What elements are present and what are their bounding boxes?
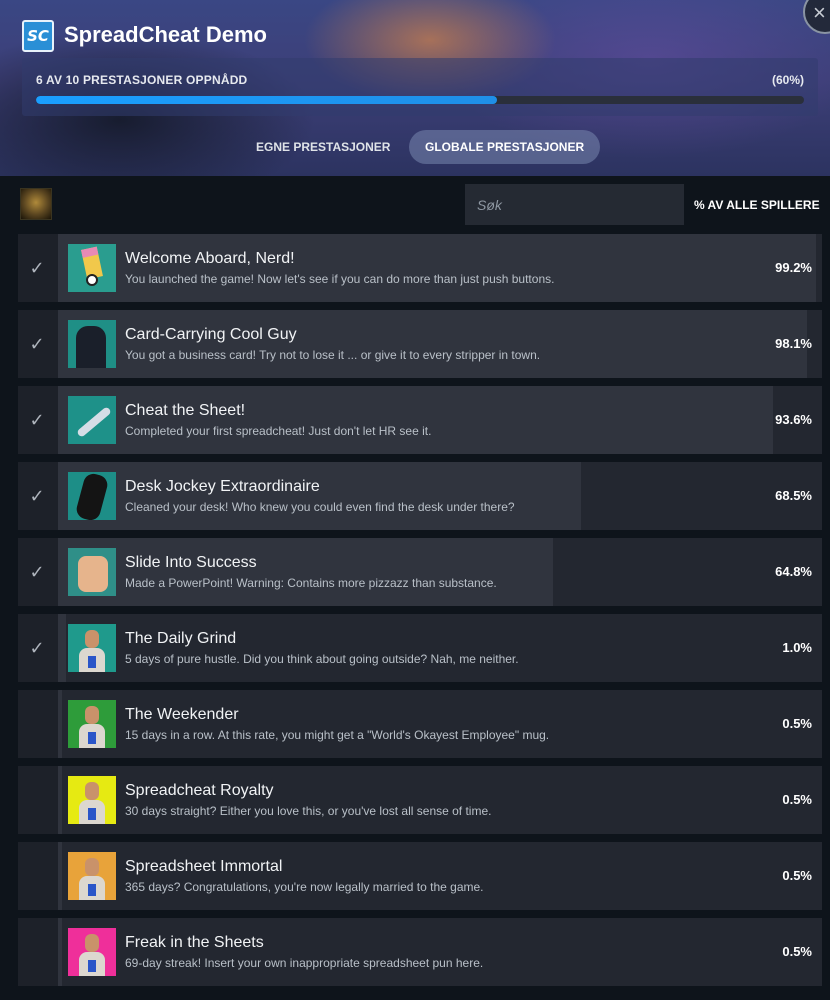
achievement-row[interactable]: Spreadsheet Immortal 365 days? Congratula… [18, 842, 822, 910]
portrait-pink-icon [68, 928, 116, 976]
achievement-description: You got a business card! Try not to lose… [125, 348, 541, 362]
achievement-row[interactable]: ✓ Welcome Aboard, Nerd! You launched the g… [18, 234, 822, 302]
portrait-teal-icon [68, 624, 116, 672]
achievement-name: Spreadsheet Immortal [125, 858, 283, 875]
swordfish-icon [68, 396, 116, 444]
progress-bar [36, 96, 804, 104]
global-percent-bar [58, 234, 816, 302]
achievement-name: The Weekender [125, 706, 239, 723]
achievement-description: Completed your first spreadcheat! Just d… [125, 424, 432, 438]
achievement-percent: 93.6% [775, 412, 812, 427]
achievement-card: Welcome Aboard, Nerd! You launched the ga… [58, 234, 822, 302]
achievement-description: 365 days? Congratulations, you're now le… [125, 880, 484, 894]
achievement-row[interactable]: ✓ Card-Carrying Cool Guy You got a busines… [18, 310, 822, 378]
tab-global-achievements[interactable]: GLOBALE PRESTASJONER [409, 130, 601, 164]
achievement-row[interactable]: ✓ Slide Into Success Made a PowerPoint! Wa… [18, 538, 822, 606]
progress-panel: 6 AV 10 PRESTASJONER OPPNÅDD (60%) [22, 58, 818, 116]
achievement-description: 5 days of pure hustle. Did you think abo… [125, 652, 519, 666]
achievement-row[interactable]: ✓ Cheat the Sheet! Completed your first sp… [18, 386, 822, 454]
checkmark-icon: ✓ [29, 485, 45, 506]
checkmark-icon: ✓ [29, 637, 45, 658]
achievement-name: Card-Carrying Cool Guy [125, 326, 297, 343]
checkmark-icon [18, 766, 56, 834]
global-percent-bar [58, 690, 62, 758]
achievement-name: Desk Jockey Extraordinaire [125, 478, 320, 495]
global-percent-bar [58, 538, 554, 606]
portrait-green-icon [68, 700, 116, 748]
achievement-percent: 98.1% [775, 336, 812, 351]
global-percent-bar [58, 842, 62, 910]
achievement-percent: 68.5% [775, 488, 812, 503]
avatar[interactable] [20, 188, 52, 220]
achievement-name: Slide Into Success [125, 554, 257, 571]
global-percent-bar [58, 462, 582, 530]
achievement-percent: 0.5% [782, 716, 812, 731]
progress-label: 6 AV 10 PRESTASJONER OPPNÅDD [36, 73, 248, 87]
achievement-row[interactable]: Spreadcheat Royalty 30 days straight? Eit… [18, 766, 822, 834]
app-logo-icon: SC [22, 20, 54, 52]
progress-bar-fill [36, 96, 497, 104]
achievement-description: 15 days in a row. At this rate, you migh… [125, 728, 550, 742]
achievement-row[interactable]: ✓ Desk Jockey Extraordinaire Cleaned your … [18, 462, 822, 530]
achievement-percent: 64.8% [775, 564, 812, 579]
achievement-name: Spreadcheat Royalty [125, 782, 274, 799]
achievement-card: The Weekender 15 days in a row. At this r… [58, 690, 822, 758]
achievement-percent: 0.5% [782, 868, 812, 883]
global-percent-bar [58, 614, 66, 682]
checkmark-icon: ✓ [29, 257, 45, 278]
checkmark-icon: ✓ [29, 333, 45, 354]
achievement-row[interactable]: Freak in the Sheets 69-day streak! Insert… [18, 918, 822, 986]
achievement-percent: 0.5% [782, 944, 812, 959]
header-banner: SC SpreadCheat Demo × 6 AV 10 PRESTASJON… [0, 0, 830, 176]
checkmark-icon: ✓ [29, 561, 45, 582]
achievement-description: You launched the game! Now let's see if … [125, 272, 555, 286]
achievement-description: 30 days straight? Either you love this, … [125, 804, 492, 818]
hand-icon [68, 548, 116, 596]
achievement-percent: 1.0% [782, 640, 812, 655]
achievement-card: The Daily Grind 5 days of pure hustle. Di… [58, 614, 822, 682]
achievement-percent: 99.2% [775, 260, 812, 275]
achievement-description: Cleaned your desk! Who knew you could ev… [125, 500, 515, 514]
achievement-row[interactable]: ✓ The Daily Grind 5 days of pure hustle. D… [18, 614, 822, 682]
dark-creature-icon [68, 472, 116, 520]
portrait-sunset-icon [68, 852, 116, 900]
global-percent-bar [58, 310, 808, 378]
achievement-card: Spreadsheet Immortal 365 days? Congratula… [58, 842, 822, 910]
progress-percent: (60%) [771, 73, 804, 87]
achievement-card: Slide Into Success Made a PowerPoint! War… [58, 538, 822, 606]
achievement-card: Spreadcheat Royalty 30 days straight? Eit… [58, 766, 822, 834]
close-button[interactable]: × [803, 0, 830, 34]
search-input[interactable] [465, 184, 684, 225]
global-percent-bar [58, 766, 62, 834]
tab-own-achievements[interactable]: EGNE PRESTASJONER [240, 130, 406, 164]
checkmark-icon [18, 842, 56, 910]
global-percent-bar [58, 386, 774, 454]
achievement-card: Desk Jockey Extraordinaire Cleaned your d… [58, 462, 822, 530]
checkmark-icon [18, 918, 56, 986]
achievement-percent: 0.5% [782, 792, 812, 807]
achievement-name: Cheat the Sheet! [125, 402, 246, 419]
sort-column-header[interactable]: % AV ALLE SPILLERE [694, 198, 820, 212]
achievement-row[interactable]: The Weekender 15 days in a row. At this r… [18, 690, 822, 758]
achievement-description: 69-day streak! Insert your own inappropr… [125, 956, 484, 970]
hooded-figure-icon [68, 320, 116, 368]
achievement-card: Cheat the Sheet! Completed your first spr… [58, 386, 822, 454]
checkmark-icon: ✓ [29, 409, 45, 430]
checkmark-icon [18, 690, 56, 758]
page-title: SpreadCheat Demo [64, 22, 267, 47]
close-icon: × [813, 0, 826, 25]
achievement-card: Card-Carrying Cool Guy You got a business… [58, 310, 822, 378]
achievement-name: The Daily Grind [125, 630, 237, 647]
pencil-character-icon [68, 244, 116, 292]
portrait-yellow-icon [68, 776, 116, 824]
global-percent-bar [58, 918, 62, 986]
achievement-name: Freak in the Sheets [125, 934, 264, 951]
achievement-name: Welcome Aboard, Nerd! [125, 250, 295, 267]
achievement-card: Freak in the Sheets 69-day streak! Insert… [58, 918, 822, 986]
achievement-description: Made a PowerPoint! Warning: Contains mor… [125, 576, 497, 590]
